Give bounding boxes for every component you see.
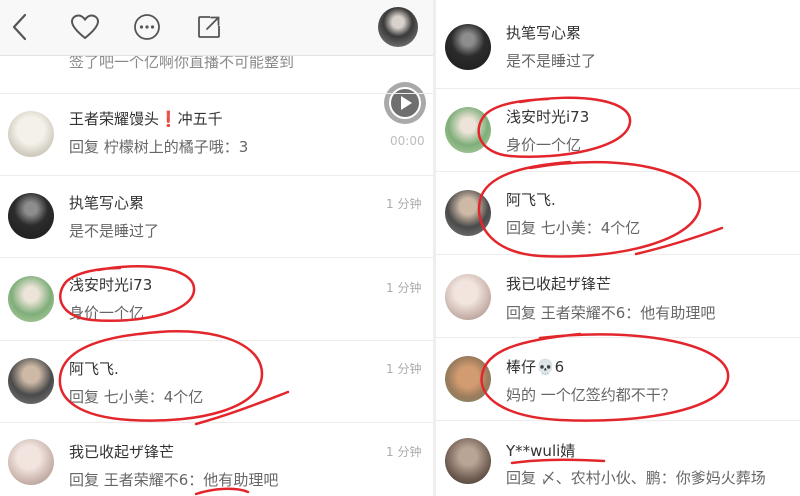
divider	[436, 171, 800, 172]
comment-username[interactable]: 执笔写心累	[506, 24, 581, 42]
avatar[interactable]	[8, 358, 54, 404]
divider	[436, 254, 800, 255]
comment-username[interactable]: 阿飞飞.	[69, 360, 119, 378]
avatar[interactable]	[445, 24, 491, 70]
comment-username[interactable]: 王者荣耀馒头❗冲五千	[69, 110, 223, 128]
avatar[interactable]	[445, 190, 491, 236]
comment-username[interactable]: 执笔写心累	[69, 194, 144, 212]
divider	[0, 175, 433, 176]
comment-timestamp: 1 分钟	[386, 197, 422, 211]
divider	[0, 257, 433, 258]
avatar[interactable]	[445, 274, 491, 320]
comment-text: 是不是睡过了	[506, 52, 597, 70]
avatar[interactable]	[8, 193, 54, 239]
divider	[436, 88, 800, 89]
avatar[interactable]	[8, 276, 54, 322]
divider	[0, 93, 433, 94]
comment-text: 回复 王者荣耀不6：他有助理吧	[506, 304, 716, 322]
comment-username[interactable]: Y**wuli婧	[506, 442, 575, 460]
left-screenshot-panel: 签了吧一个亿啊你直播不可能整到 00:00 王者荣耀馒头❗冲五千 回复 柠檬树上…	[0, 0, 433, 496]
comment-text: 回复 〆、农村小伙、鹏：你爹妈火葬场	[506, 469, 766, 487]
top-nav-bar	[0, 0, 433, 56]
comment-username[interactable]: 我已收起ザ锋芒	[506, 275, 611, 293]
comment-username[interactable]: 浅安时光i73	[506, 108, 589, 126]
divider	[0, 340, 433, 341]
avatar[interactable]	[378, 7, 418, 47]
comment-username[interactable]: 浅安时光i73	[69, 276, 152, 294]
comment-timestamp: 1 分钟	[386, 281, 422, 295]
avatar[interactable]	[445, 438, 491, 484]
play-icon[interactable]	[383, 81, 427, 125]
right-screenshot-panel: 执笔写心累 是不是睡过了 浅安时光i73 身价一个亿 阿飞飞. 回复 七小美：4…	[436, 0, 800, 496]
comment-text: 回复 七小美：4个亿	[506, 219, 641, 237]
avatar[interactable]	[8, 111, 54, 157]
back-arrow-icon[interactable]	[10, 12, 30, 42]
divider	[436, 337, 800, 338]
comment-username[interactable]: 阿飞飞.	[506, 191, 556, 209]
avatar[interactable]	[8, 439, 54, 485]
comment-text: 妈的 一个亿签约都不干？	[506, 386, 676, 404]
divider	[0, 422, 433, 423]
avatar[interactable]	[445, 356, 491, 402]
divider	[436, 420, 800, 421]
comment-username[interactable]: 我已收起ザ锋芒	[69, 443, 174, 461]
comment-timestamp: 1 分钟	[386, 362, 422, 376]
share-icon[interactable]	[196, 14, 222, 40]
comment-text: 回复 王者荣耀不6：他有助理吧	[69, 471, 279, 489]
comment-text: 身价一个亿	[69, 304, 145, 322]
comment-text: 是不是睡过了	[69, 222, 160, 240]
comment-text: 回复 柠檬树上的橘子哦：3	[69, 138, 249, 156]
comment-username[interactable]: 棒仔💀6	[506, 358, 564, 376]
video-time: 00:00	[390, 134, 425, 148]
avatar[interactable]	[445, 107, 491, 153]
comment-timestamp: 1 分钟	[386, 445, 422, 459]
comment-text: 回复 七小美：4个亿	[69, 388, 204, 406]
comment-text: 身价一个亿	[506, 136, 582, 154]
heart-icon[interactable]	[70, 13, 100, 41]
more-icon[interactable]	[133, 13, 161, 41]
